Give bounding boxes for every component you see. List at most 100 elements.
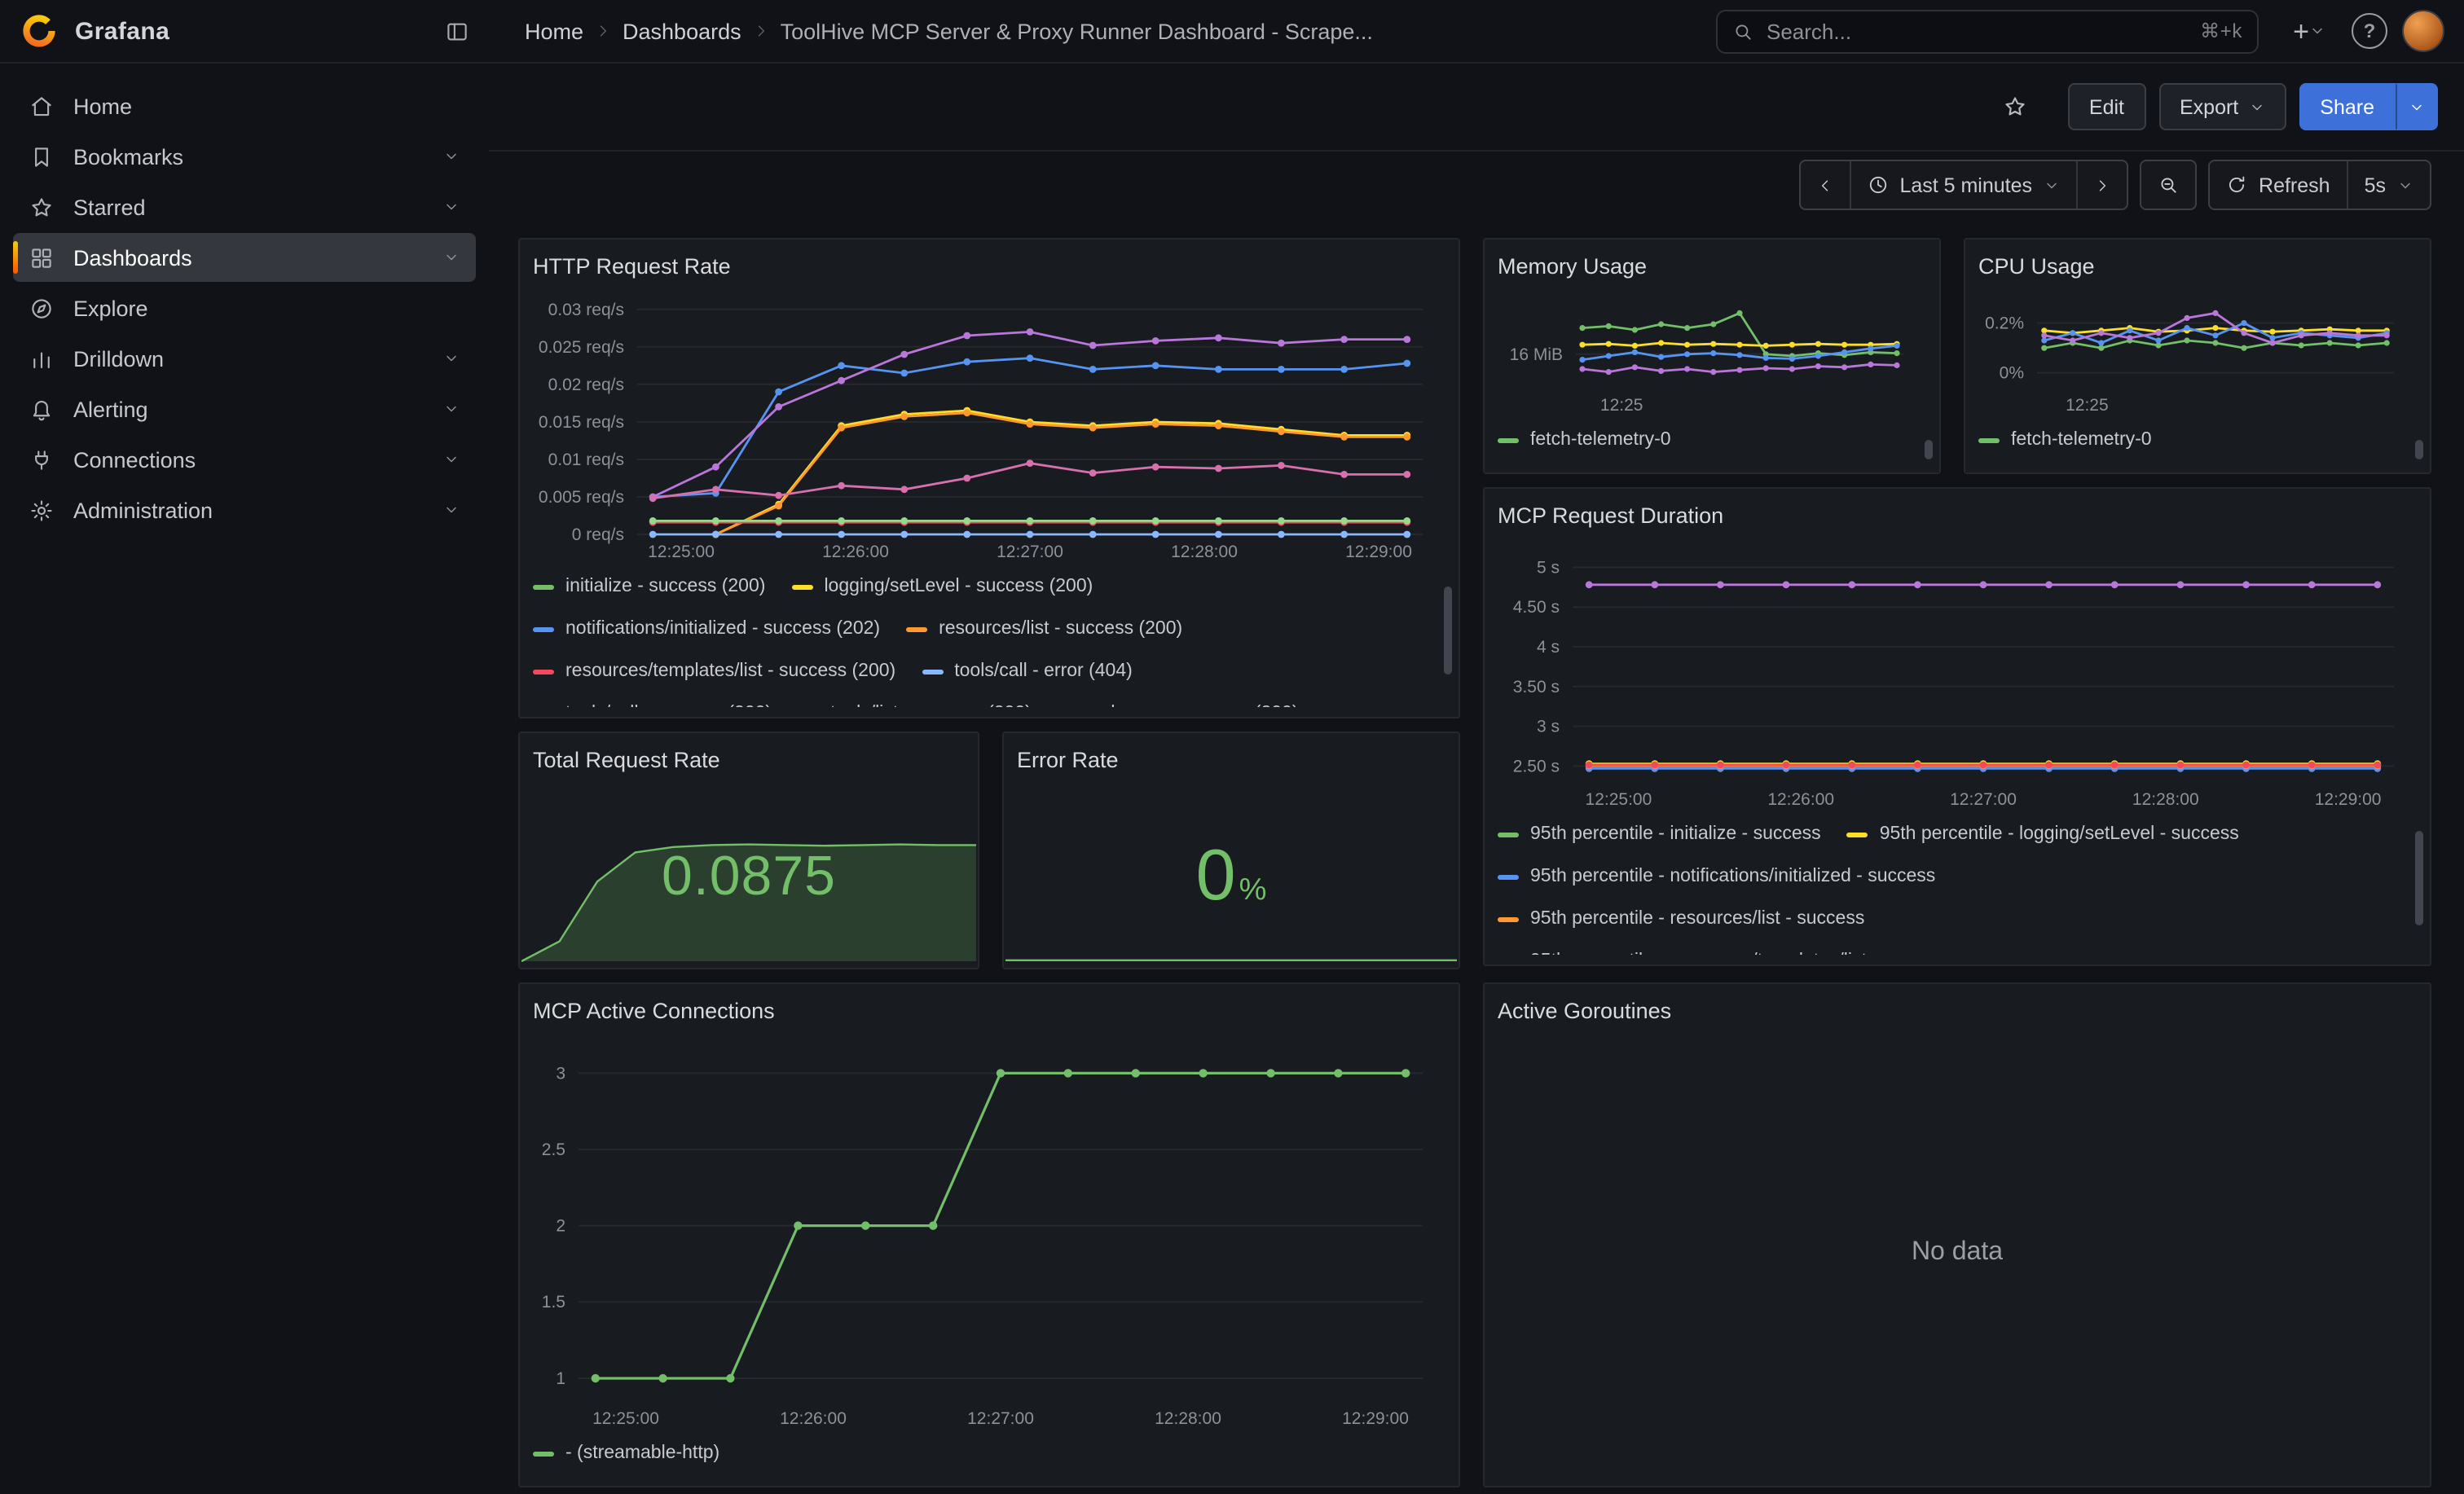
svg-text:0%: 0% [2000,364,2024,383]
legend-item[interactable]: unknown - success (200) [1058,697,1299,707]
chevron-down-icon [443,401,460,417]
svg-text:12:27:00: 12:27:00 [967,1409,1034,1428]
breadcrumb-home[interactable]: Home [525,19,583,43]
share-menu-button[interactable] [2396,83,2438,130]
chevron-right-icon [753,23,769,39]
svg-text:0.015 req/s: 0.015 req/s [539,413,624,432]
panel-title[interactable]: CPU Usage [1978,253,2417,282]
legend-item[interactable]: - (streamable-http) [533,1437,719,1470]
search-input[interactable]: Search... ⌘+k [1716,9,2259,53]
legend-item[interactable]: 95th percentile - resources/list - succe… [1498,903,1864,935]
legend-item[interactable]: resources/templates/list - success (200) [533,655,895,688]
panel-title[interactable]: Memory Usage [1498,253,1926,282]
breadcrumb: Home Dashboards ToolHive MCP Server & Pr… [525,19,1373,43]
help-button[interactable]: ? [2347,8,2392,54]
edit-button[interactable]: Edit [2068,83,2145,130]
legend-item[interactable]: tools/call - success (200) [533,697,772,707]
share-split-button: Share [2299,83,2438,130]
svg-text:3.50 s: 3.50 s [1513,678,1560,696]
legend-item[interactable]: 95th percentile - initialize - success [1498,818,1821,850]
top-nav: Grafana Home Dashboards ToolHive MCP Ser… [0,0,2464,64]
panel-title[interactable]: MCP Request Duration [1498,502,2417,531]
legend-item[interactable]: fetch-telemetry-0 [1978,424,2152,456]
svg-text:12:29:00: 12:29:00 [2315,790,2382,809]
panel-title[interactable]: Total Request Rate [533,746,965,776]
connections-legend: - (streamable-http) [533,1437,1445,1473]
time-range-picker[interactable]: Last 5 minutes [1849,161,2076,209]
sidebar-item-bookmarks[interactable]: Bookmarks [13,132,476,181]
legend-item[interactable]: resources/list - success (200) [906,613,1182,645]
legend-item[interactable]: 95th percentile - notifications/initiali… [1498,860,1935,893]
panel-title[interactable]: Active Goroutines [1498,997,2417,1026]
refresh-interval-picker[interactable]: 5s [2347,161,2430,209]
star-icon [29,195,54,219]
http-request-rate-chart[interactable]: 0 req/s0.005 req/s0.01 req/s0.015 req/s0… [533,288,1445,564]
svg-text:12:27:00: 12:27:00 [1950,790,2017,809]
svg-text:0.01 req/s: 0.01 req/s [548,450,624,469]
no-data-message: No data [1498,1033,2417,1473]
legend-item[interactable]: initialize - success (200) [533,570,765,603]
panel-memory-usage: Memory Usage 16 MiB12:25 fetch-telemetry… [1483,238,1941,474]
stat-value: 0.0875 [662,845,836,908]
search-icon [1732,20,1753,42]
dashboard-canvas: Last 5 minutes Refresh [489,152,2464,1494]
add-button[interactable]: + [2281,8,2337,54]
svg-text:12:28:00: 12:28:00 [2132,790,2199,809]
sidebar-item-alerting[interactable]: Alerting [13,384,476,433]
sidebar-item-starred[interactable]: Starred [13,182,476,231]
legend-scrollbar[interactable] [1925,440,1933,459]
grafana-logo-icon[interactable] [20,11,59,51]
zoom-out-group [2140,160,2197,210]
sidebar-toggle-button[interactable] [433,8,479,54]
legend-scrollbar[interactable] [2415,831,2423,925]
chevron-down-icon [443,350,460,367]
svg-text:0 req/s: 0 req/s [572,525,624,544]
svg-text:12:26:00: 12:26:00 [822,543,889,561]
svg-text:12:25: 12:25 [1600,396,1643,415]
sidebar-item-administration[interactable]: Administration [13,486,476,534]
legend-item[interactable]: tools/call - error (404) [922,655,1133,688]
legend-item[interactable]: 95th percentile - resources/templates/li… [1498,945,1951,955]
time-shift-back-button[interactable] [1800,161,1849,209]
plug-icon [29,447,54,472]
refresh-button[interactable]: Refresh [2210,161,2347,209]
legend-item[interactable]: 95th percentile - logging/setLevel - suc… [1847,818,2239,850]
favorite-star-button[interactable] [1993,84,2039,130]
panel-title[interactable]: Error Rate [1017,746,1445,776]
chevron-down-icon [2309,23,2325,39]
mcp-active-connections-chart[interactable]: 32.521.5112:25:0012:26:0012:27:0012:28:0… [533,1033,1445,1430]
nav-actions: + ? [2281,8,2444,54]
user-avatar[interactable] [2402,10,2444,52]
breadcrumb-dashboards[interactable]: Dashboards [623,19,741,43]
breadcrumb-current: ToolHive MCP Server & Proxy Runner Dashb… [781,19,1373,43]
sidebar-item-drilldown[interactable]: Drilldown [13,334,476,383]
chevron-down-icon [2248,99,2264,115]
refresh-group: Refresh 5s [2208,160,2431,210]
sidebar-item-dashboards[interactable]: Dashboards [13,233,476,282]
share-button[interactable]: Share [2299,83,2396,130]
panel-title[interactable]: MCP Active Connections [533,997,1445,1026]
legend-item[interactable]: logging/setLevel - success (200) [791,570,1093,603]
mcp-request-duration-chart[interactable]: 5 s4.50 s4 s3.50 s3 s2.50 s12:25:0012:26… [1498,538,2417,811]
legend-item[interactable]: fetch-telemetry-0 [1498,424,1671,456]
legend-scrollbar[interactable] [2415,440,2423,459]
chevron-down-icon [443,148,460,165]
gear-icon [29,498,54,522]
time-shift-forward-button[interactable] [2076,161,2127,209]
panel-title[interactable]: HTTP Request Rate [533,253,1445,282]
chevron-right-icon [595,23,611,39]
legend-item[interactable]: tools/list - success (200) [798,697,1032,707]
sidebar-item-explore[interactable]: Explore [13,283,476,332]
chevron-down-icon [443,502,460,518]
search-shortcut: ⌘+k [2200,20,2242,42]
memory-usage-chart[interactable]: 16 MiB12:25 [1498,288,1926,417]
legend-item[interactable]: notifications/initialized - success (202… [533,613,880,645]
sidebar-item-connections[interactable]: Connections [13,435,476,484]
cpu-usage-chart[interactable]: 0.2%0%12:25 [1978,288,2417,417]
export-button[interactable]: Export [2158,83,2286,130]
chevron-down-icon [443,199,460,215]
sidebar-item-home[interactable]: Home [13,81,476,130]
svg-text:12:28:00: 12:28:00 [1171,543,1238,561]
legend-scrollbar[interactable] [1444,587,1452,674]
zoom-out-button[interactable] [2141,161,2195,209]
